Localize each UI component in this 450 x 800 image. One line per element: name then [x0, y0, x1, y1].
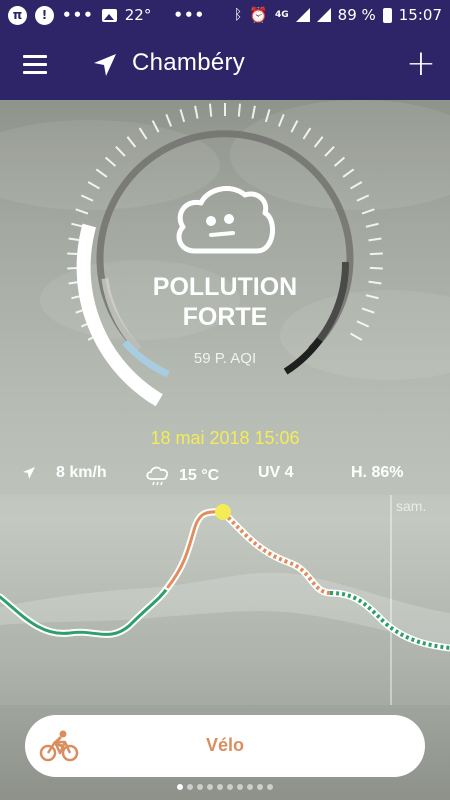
wind-item: 8 km/h — [22, 464, 107, 482]
gauge-tick — [179, 109, 186, 123]
gauge-tick — [368, 280, 382, 285]
gauge-tick — [368, 237, 382, 242]
gauge-tick — [365, 294, 379, 300]
gauge-tick — [126, 136, 137, 148]
rain-cloud-icon — [146, 466, 169, 486]
pager-dot[interactable] — [177, 784, 183, 790]
current-time-marker — [215, 504, 231, 520]
image-icon — [101, 8, 117, 22]
uv-value: UV 4 — [258, 464, 294, 481]
pollution-forecast-graph[interactable] — [0, 495, 450, 705]
pager-dot[interactable] — [187, 784, 193, 790]
bluetooth-icon: ᛒ — [233, 7, 243, 23]
battery-icon — [382, 7, 392, 23]
gauge-tick — [361, 208, 375, 215]
gauge-tick — [75, 208, 89, 215]
pager-dot[interactable] — [247, 784, 253, 790]
gauge-tick — [115, 145, 126, 157]
gauge-tick — [290, 120, 299, 133]
wind-speed: 8 km/h — [56, 464, 107, 481]
alarm-icon: ⏰ — [249, 6, 268, 24]
humidity: H. 86% — [351, 464, 403, 482]
pollution-level-line1: POLLUTION — [152, 273, 298, 301]
gauge-tick — [237, 103, 242, 117]
gauge-tick — [95, 168, 108, 178]
gauge-tick — [365, 222, 379, 228]
gauge-tick — [350, 332, 363, 341]
measurement-date: 18 mai 2018 15:06 — [150, 428, 300, 448]
gauge-tick — [151, 120, 160, 133]
location-arrow-icon — [94, 54, 116, 76]
pollution-level-line2: FORTE — [182, 303, 268, 331]
uv-index: UV 4 — [258, 464, 294, 482]
gauge-tick — [208, 103, 213, 117]
gauge-tick — [165, 113, 173, 127]
pager-dot[interactable] — [267, 784, 273, 790]
add-city-button[interactable]: + — [405, 46, 437, 82]
gauge-tick — [350, 181, 363, 190]
status-bar: π ! ••• 22° ••• ᛒ ⏰ 4G 89 % 15:07 — [0, 0, 450, 30]
status-temperature: 22° — [124, 6, 152, 24]
pager-dot[interactable] — [217, 784, 223, 790]
pager-dot[interactable] — [207, 784, 213, 790]
pager-dot[interactable] — [257, 784, 263, 790]
pollution-face-icon — [176, 186, 275, 254]
gauge-tick — [194, 105, 199, 119]
gauge-tick — [356, 194, 370, 202]
network-label: 4G — [275, 10, 289, 20]
history-curve-orange — [166, 510, 224, 589]
temperature-value: 15 °C — [179, 467, 220, 484]
pollution-level: POLLUTION FORTE — [100, 272, 350, 332]
aqi-value: 59 P. AQI — [193, 350, 257, 367]
wifi-signal-icon — [316, 8, 331, 22]
gauge-tick — [104, 156, 117, 167]
gauge-tick — [80, 194, 94, 202]
app-bar: Chambéry + — [0, 30, 450, 100]
gauge-tick — [324, 145, 335, 157]
gauge-tick — [356, 320, 370, 328]
transport-mode-button[interactable]: Vélo — [25, 715, 425, 777]
page-indicator — [0, 784, 450, 790]
gauge-tick — [138, 127, 148, 140]
gauge-tick — [264, 109, 271, 123]
notification-dots: ••• — [62, 6, 94, 24]
pollution-gauge — [67, 103, 383, 407]
pager-dot[interactable] — [237, 784, 243, 790]
gauge-tick — [369, 252, 383, 256]
more-icon: ••• — [173, 6, 206, 24]
wind-direction-icon — [23, 467, 35, 479]
weather-row: 8 km/h 15 °C UV 4 H. 86% — [0, 458, 450, 490]
status-time: 15:07 — [398, 6, 442, 24]
battery-percent: 89 % — [337, 6, 376, 24]
signal-icon — [295, 8, 310, 22]
gauge-tick — [333, 156, 346, 167]
gauge-tick — [369, 266, 383, 270]
transport-mode-label: Vélo — [205, 735, 244, 755]
gauge-tick — [277, 113, 285, 127]
city-name[interactable]: Chambéry — [132, 49, 245, 77]
humidity-value: H. 86% — [351, 464, 404, 481]
pager-dot[interactable] — [227, 784, 233, 790]
gauge-tick — [361, 307, 375, 314]
gauge-tick — [313, 136, 324, 148]
alert-icon: ! — [35, 5, 54, 25]
gauge-tick — [87, 181, 100, 190]
forecast-day-label: sam. — [396, 498, 427, 514]
gauge-tick — [251, 105, 256, 119]
pi-icon: π — [8, 5, 27, 25]
hamburger-menu-icon[interactable] — [23, 55, 47, 75]
gauge-tick — [342, 168, 355, 178]
gauge-tick — [302, 127, 312, 140]
pager-dot[interactable] — [197, 784, 203, 790]
temperature-item: 15 °C — [145, 464, 219, 488]
